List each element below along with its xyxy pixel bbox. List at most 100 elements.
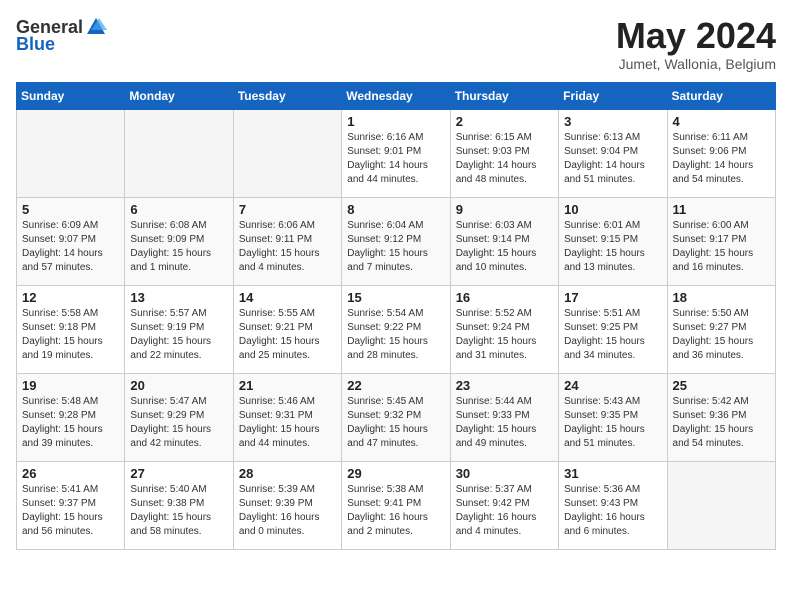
week-row-3: 12 Sunrise: 5:58 AM Sunset: 9:18 PM Dayli…: [17, 285, 776, 373]
logo-blue: Blue: [16, 34, 55, 55]
day-number: 18: [673, 290, 770, 305]
weekday-header-thursday: Thursday: [450, 82, 558, 109]
calendar-cell: [125, 109, 233, 197]
day-number: 20: [130, 378, 227, 393]
calendar-cell: 21 Sunrise: 5:46 AM Sunset: 9:31 PM Dayli…: [233, 373, 341, 461]
week-row-2: 5 Sunrise: 6:09 AM Sunset: 9:07 PM Daylig…: [17, 197, 776, 285]
logo: General Blue: [16, 16, 109, 55]
day-info: Sunrise: 6:04 AM Sunset: 9:12 PM Dayligh…: [347, 219, 444, 275]
day-info: Sunrise: 5:51 AM Sunset: 9:25 PM Dayligh…: [564, 307, 661, 363]
weekday-header-monday: Monday: [125, 82, 233, 109]
calendar-cell: [233, 109, 341, 197]
calendar-cell: 19 Sunrise: 5:48 AM Sunset: 9:28 PM Dayli…: [17, 373, 125, 461]
day-info: Sunrise: 5:42 AM Sunset: 9:36 PM Dayligh…: [673, 395, 770, 451]
title-area: May 2024 Jumet, Wallonia, Belgium: [616, 16, 776, 72]
day-number: 25: [673, 378, 770, 393]
day-number: 8: [347, 202, 444, 217]
calendar-cell: 20 Sunrise: 5:47 AM Sunset: 9:29 PM Dayli…: [125, 373, 233, 461]
day-info: Sunrise: 6:00 AM Sunset: 9:17 PM Dayligh…: [673, 219, 770, 275]
day-number: 27: [130, 466, 227, 481]
day-number: 5: [22, 202, 119, 217]
weekday-header-row: SundayMondayTuesdayWednesdayThursdayFrid…: [17, 82, 776, 109]
day-number: 29: [347, 466, 444, 481]
day-info: Sunrise: 5:36 AM Sunset: 9:43 PM Dayligh…: [564, 483, 661, 539]
day-info: Sunrise: 5:47 AM Sunset: 9:29 PM Dayligh…: [130, 395, 227, 451]
day-info: Sunrise: 6:13 AM Sunset: 9:04 PM Dayligh…: [564, 131, 661, 187]
day-number: 26: [22, 466, 119, 481]
day-info: Sunrise: 5:52 AM Sunset: 9:24 PM Dayligh…: [456, 307, 553, 363]
calendar-cell: 6Sunrise: 6:08 AM Sunset: 9:09 PM Daylig…: [125, 197, 233, 285]
calendar-cell: 31 Sunrise: 5:36 AM Sunset: 9:43 PM Dayli…: [559, 461, 667, 549]
day-number: 10: [564, 202, 661, 217]
calendar-cell: [17, 109, 125, 197]
day-info: Sunrise: 5:54 AM Sunset: 9:22 PM Dayligh…: [347, 307, 444, 363]
day-number: 15: [347, 290, 444, 305]
weekday-header-saturday: Saturday: [667, 82, 775, 109]
day-info: Sunrise: 5:48 AM Sunset: 9:28 PM Dayligh…: [22, 395, 119, 451]
day-info: Sunrise: 5:55 AM Sunset: 9:21 PM Dayligh…: [239, 307, 336, 363]
day-number: 19: [22, 378, 119, 393]
day-info: Sunrise: 5:40 AM Sunset: 9:38 PM Dayligh…: [130, 483, 227, 539]
day-number: 23: [456, 378, 553, 393]
day-number: 31: [564, 466, 661, 481]
calendar-cell: 7Sunrise: 6:06 AM Sunset: 9:11 PM Daylig…: [233, 197, 341, 285]
day-number: 24: [564, 378, 661, 393]
day-number: 12: [22, 290, 119, 305]
calendar-cell: 13 Sunrise: 5:57 AM Sunset: 9:19 PM Dayli…: [125, 285, 233, 373]
day-number: 3: [564, 114, 661, 129]
calendar-cell: 4 Sunrise: 6:11 AM Sunset: 9:06 PM Daylig…: [667, 109, 775, 197]
day-number: 21: [239, 378, 336, 393]
calendar-cell: 11Sunrise: 6:00 AM Sunset: 9:17 PM Dayli…: [667, 197, 775, 285]
day-number: 22: [347, 378, 444, 393]
calendar-cell: 23 Sunrise: 5:44 AM Sunset: 9:33 PM Dayli…: [450, 373, 558, 461]
calendar-cell: [667, 461, 775, 549]
day-info: Sunrise: 5:38 AM Sunset: 9:41 PM Dayligh…: [347, 483, 444, 539]
day-info: Sunrise: 5:41 AM Sunset: 9:37 PM Dayligh…: [22, 483, 119, 539]
calendar-cell: 24 Sunrise: 5:43 AM Sunset: 9:35 PM Dayli…: [559, 373, 667, 461]
calendar-cell: 26 Sunrise: 5:41 AM Sunset: 9:37 PM Dayli…: [17, 461, 125, 549]
day-info: Sunrise: 6:11 AM Sunset: 9:06 PM Dayligh…: [673, 131, 770, 187]
calendar-cell: 15 Sunrise: 5:54 AM Sunset: 9:22 PM Dayli…: [342, 285, 450, 373]
calendar-cell: 3 Sunrise: 6:13 AM Sunset: 9:04 PM Daylig…: [559, 109, 667, 197]
day-info: Sunrise: 6:01 AM Sunset: 9:15 PM Dayligh…: [564, 219, 661, 275]
day-number: 4: [673, 114, 770, 129]
day-info: Sunrise: 5:45 AM Sunset: 9:32 PM Dayligh…: [347, 395, 444, 451]
day-info: Sunrise: 5:46 AM Sunset: 9:31 PM Dayligh…: [239, 395, 336, 451]
calendar-cell: 22 Sunrise: 5:45 AM Sunset: 9:32 PM Dayli…: [342, 373, 450, 461]
day-number: 9: [456, 202, 553, 217]
calendar-cell: 2 Sunrise: 6:15 AM Sunset: 9:03 PM Daylig…: [450, 109, 558, 197]
day-info: Sunrise: 5:57 AM Sunset: 9:19 PM Dayligh…: [130, 307, 227, 363]
day-info: Sunrise: 5:43 AM Sunset: 9:35 PM Dayligh…: [564, 395, 661, 451]
calendar-cell: 18Sunrise: 5:50 AM Sunset: 9:27 PM Dayli…: [667, 285, 775, 373]
day-number: 13: [130, 290, 227, 305]
calendar-cell: 5 Sunrise: 6:09 AM Sunset: 9:07 PM Daylig…: [17, 197, 125, 285]
day-number: 7: [239, 202, 336, 217]
week-row-4: 19 Sunrise: 5:48 AM Sunset: 9:28 PM Dayli…: [17, 373, 776, 461]
calendar-cell: 9 Sunrise: 6:03 AM Sunset: 9:14 PM Daylig…: [450, 197, 558, 285]
day-info: Sunrise: 6:15 AM Sunset: 9:03 PM Dayligh…: [456, 131, 553, 187]
day-info: Sunrise: 5:37 AM Sunset: 9:42 PM Dayligh…: [456, 483, 553, 539]
calendar-cell: 28Sunrise: 5:39 AM Sunset: 9:39 PM Dayli…: [233, 461, 341, 549]
day-info: Sunrise: 5:58 AM Sunset: 9:18 PM Dayligh…: [22, 307, 119, 363]
day-info: Sunrise: 6:16 AM Sunset: 9:01 PM Dayligh…: [347, 131, 444, 187]
week-row-5: 26 Sunrise: 5:41 AM Sunset: 9:37 PM Dayli…: [17, 461, 776, 549]
calendar-cell: 10 Sunrise: 6:01 AM Sunset: 9:15 PM Dayli…: [559, 197, 667, 285]
week-row-1: 1Sunrise: 6:16 AM Sunset: 9:01 PM Daylig…: [17, 109, 776, 197]
calendar-cell: 8 Sunrise: 6:04 AM Sunset: 9:12 PM Daylig…: [342, 197, 450, 285]
calendar-cell: 27 Sunrise: 5:40 AM Sunset: 9:38 PM Dayli…: [125, 461, 233, 549]
page-header: General Blue May 2024 Jumet, Wallonia, B…: [16, 16, 776, 72]
day-number: 30: [456, 466, 553, 481]
calendar-cell: 30 Sunrise: 5:37 AM Sunset: 9:42 PM Dayli…: [450, 461, 558, 549]
day-info: Sunrise: 6:09 AM Sunset: 9:07 PM Dayligh…: [22, 219, 119, 275]
day-number: 16: [456, 290, 553, 305]
day-info: Sunrise: 6:03 AM Sunset: 9:14 PM Dayligh…: [456, 219, 553, 275]
weekday-header-wednesday: Wednesday: [342, 82, 450, 109]
day-number: 14: [239, 290, 336, 305]
calendar-cell: 16 Sunrise: 5:52 AM Sunset: 9:24 PM Dayli…: [450, 285, 558, 373]
day-info: Sunrise: 6:08 AM Sunset: 9:09 PM Dayligh…: [130, 219, 227, 275]
calendar-cell: 25 Sunrise: 5:42 AM Sunset: 9:36 PM Dayli…: [667, 373, 775, 461]
calendar-cell: 12 Sunrise: 5:58 AM Sunset: 9:18 PM Dayli…: [17, 285, 125, 373]
day-number: 2: [456, 114, 553, 129]
day-info: Sunrise: 5:44 AM Sunset: 9:33 PM Dayligh…: [456, 395, 553, 451]
calendar-cell: 29 Sunrise: 5:38 AM Sunset: 9:41 PM Dayli…: [342, 461, 450, 549]
